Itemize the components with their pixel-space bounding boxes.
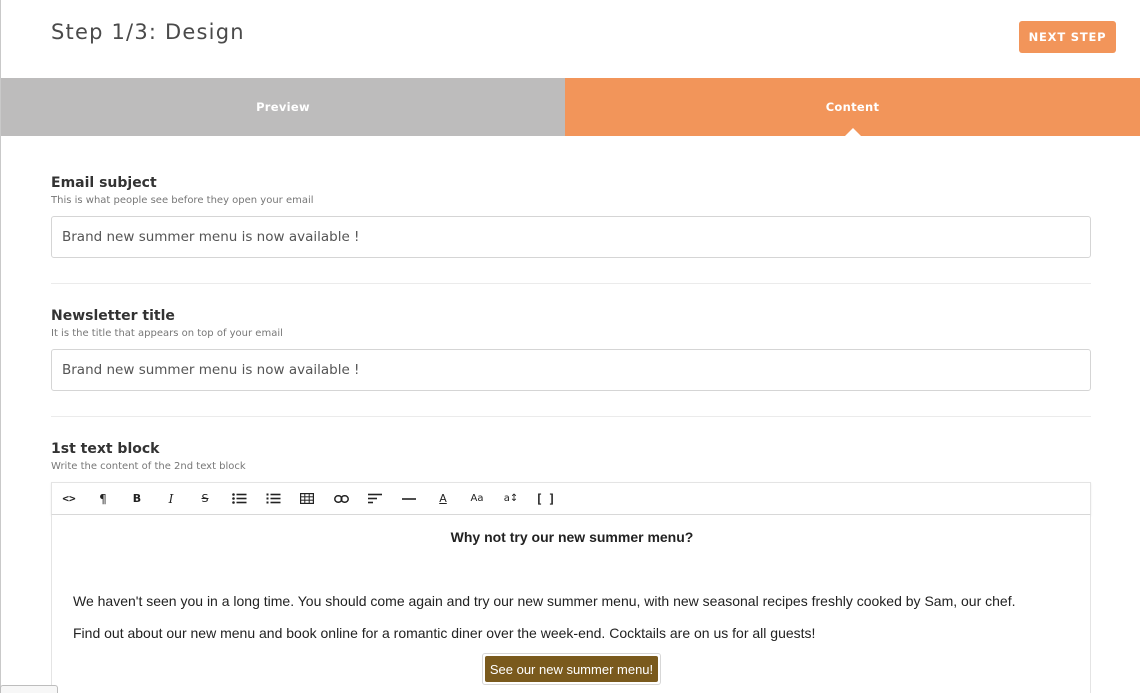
html-icon[interactable]: <> [55,483,83,514]
newsletter-title-label: Newsletter title [51,308,175,324]
fullscreen-icon[interactable]: [ ] [531,483,559,514]
line-height-icon[interactable]: a↕ [497,483,525,514]
email-subject-help: This is what people see before they open… [51,195,314,206]
summer-menu-button[interactable]: See our new summer menu! [482,653,661,685]
horizontal-rule-icon[interactable] [395,483,423,514]
page-title: Step 1/3: Design [51,20,245,44]
text-block-help: Write the content of the 2nd text block [51,461,246,472]
unordered-list-icon[interactable] [225,483,253,514]
next-step-button[interactable]: NEXT STEP [1019,21,1116,53]
newsletter-title-help: It is the title that appears on top of y… [51,328,283,339]
newsletter-title-input[interactable] [51,349,1091,391]
bottom-corner-tab[interactable] [0,685,58,693]
ordered-list-icon[interactable] [259,483,287,514]
paragraph-icon[interactable]: ¶ [89,483,117,514]
tab-content-label: Content [825,100,880,114]
divider [51,283,1091,284]
step-tabs: Preview Content [1,78,1140,136]
summer-menu-button-label: See our new summer menu! [485,656,658,682]
tab-content[interactable]: Content [565,78,1140,136]
link-icon[interactable] [327,483,355,514]
editor-heading: Why not try our new summer menu? [450,529,694,545]
strikethrough-icon[interactable]: S [191,483,219,514]
email-subject-input[interactable] [51,216,1091,258]
email-subject-label: Email subject [51,175,157,191]
text-block-label: 1st text block [51,441,160,457]
rich-text-editor[interactable]: Why not try our new summer menu? We have… [51,515,1091,693]
header: Step 1/3: Design NEXT STEP [0,0,1140,78]
editor-paragraph: Find out about our new menu and book onl… [73,625,816,641]
editor-paragraph: We haven't seen you in a long time. You … [73,593,1016,609]
table-icon[interactable] [293,483,321,514]
divider [51,416,1091,417]
font-size-icon[interactable]: Aa [463,483,491,514]
align-icon[interactable] [361,483,389,514]
font-color-icon[interactable]: A [429,483,457,514]
bold-icon[interactable]: B [123,483,151,514]
active-tab-caret [844,128,861,136]
italic-icon[interactable]: I [157,483,185,514]
editor-toolbar: <> ¶ B I S A Aa a↕ [ ] [51,482,1091,515]
tab-preview[interactable]: Preview [1,78,565,136]
tab-preview-label: Preview [256,100,310,114]
